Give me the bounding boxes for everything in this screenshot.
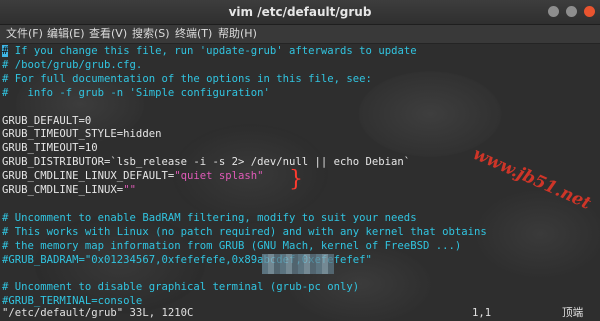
line-text: GRUB_TIMEOUT=10 bbox=[2, 142, 98, 155]
editor-line[interactable]: GRUB_DEFAULT=0 bbox=[2, 115, 91, 128]
string-literal: "quiet splash" bbox=[174, 170, 264, 183]
vim-status-line: "/etc/default/grub" 33L, 1210C 1,1 顶端 bbox=[2, 307, 598, 320]
line-text: GRUB_TIMEOUT_STYLE=hidden bbox=[2, 128, 162, 141]
menu-terminal[interactable]: 终端(T) bbox=[175, 25, 212, 43]
menu-help[interactable]: 帮助(H) bbox=[218, 25, 257, 43]
terminal-window: vim /etc/default/grub 文件(F) 编辑(E) 查看(V) … bbox=[0, 0, 600, 321]
menu-view[interactable]: 查看(V) bbox=[89, 25, 127, 43]
status-scroll-position: 顶端 bbox=[562, 307, 584, 319]
line-text: GRUB_CMDLINE_LINUX_DEFAULT= bbox=[2, 170, 175, 183]
line-text: GRUB_DEFAULT=0 bbox=[2, 114, 92, 127]
editor-line[interactable]: GRUB_CMDLINE_LINUX_DEFAULT="quiet splash… bbox=[2, 170, 264, 183]
editor-line[interactable]: # If you change this file, run 'update-g… bbox=[2, 45, 417, 58]
editor-line[interactable]: # For full documentation of the options … bbox=[2, 73, 372, 86]
line-text: # This works with Linux (no patch requir… bbox=[2, 225, 487, 238]
line-text: If you change this file, run 'update-gru… bbox=[8, 45, 417, 57]
status-file-info: "/etc/default/grub" 33L, 1210C bbox=[2, 307, 194, 319]
editor-line[interactable]: GRUB_CMDLINE_LINUX="" bbox=[2, 184, 136, 197]
editor-line[interactable]: GRUB_TIMEOUT_STYLE=hidden bbox=[2, 128, 161, 141]
watermark: www.jb51.net bbox=[469, 144, 594, 214]
annotation-brace: } bbox=[289, 167, 303, 192]
menu-file[interactable]: 文件(F) bbox=[6, 25, 43, 43]
line-text: # Uncomment to enable BadRAM filtering, … bbox=[2, 211, 417, 224]
line-text: # /boot/grub/grub.cfg. bbox=[2, 58, 143, 71]
line-text: # For full documentation of the options … bbox=[2, 72, 372, 85]
line-text: GRUB_CMDLINE_LINUX= bbox=[2, 184, 124, 196]
editor-line[interactable]: # Uncomment to disable graphical termina… bbox=[2, 281, 359, 294]
status-cursor-position: 1,1 bbox=[472, 307, 492, 319]
blurred-region bbox=[262, 254, 334, 274]
editor-line[interactable]: # info -f grub -n 'Simple configuration' bbox=[2, 87, 270, 100]
menu-edit[interactable]: 编辑(E) bbox=[47, 25, 85, 43]
editor-line[interactable]: # /boot/grub/grub.cfg. bbox=[2, 59, 142, 72]
editor-line[interactable]: GRUB_DISTRIBUTOR=`lsb_release -i -s 2> /… bbox=[2, 156, 410, 169]
line-text: #GRUB_TERMINAL=console bbox=[2, 295, 143, 308]
title-bar[interactable]: vim /etc/default/grub bbox=[0, 0, 600, 25]
terminal-content[interactable]: # If you change this file, run 'update-g… bbox=[0, 44, 600, 321]
editor-line[interactable]: GRUB_TIMEOUT=10 bbox=[2, 142, 98, 155]
maximize-icon[interactable] bbox=[566, 6, 577, 17]
editor-line[interactable]: # the memory map information from GRUB (… bbox=[2, 240, 461, 253]
minimize-icon[interactable] bbox=[548, 6, 559, 17]
menu-search[interactable]: 搜索(S) bbox=[132, 25, 170, 43]
line-text: # info -f grub -n 'Simple configuration' bbox=[2, 86, 270, 99]
line-text: # Uncomment to disable graphical termina… bbox=[2, 281, 360, 294]
line-text: # the memory map information from GRUB (… bbox=[2, 239, 462, 252]
editor-line[interactable]: # Uncomment to enable BadRAM filtering, … bbox=[2, 212, 417, 225]
window-title: vim /etc/default/grub bbox=[228, 5, 372, 19]
editor-line[interactable]: # This works with Linux (no patch requir… bbox=[2, 226, 487, 239]
string-literal: "" bbox=[123, 184, 136, 196]
line-text: GRUB_DISTRIBUTOR=`lsb_release -i -s 2> /… bbox=[2, 156, 411, 169]
menu-bar: 文件(F) 编辑(E) 查看(V) 搜索(S) 终端(T) 帮助(H) bbox=[0, 25, 600, 44]
close-icon[interactable] bbox=[584, 6, 595, 17]
